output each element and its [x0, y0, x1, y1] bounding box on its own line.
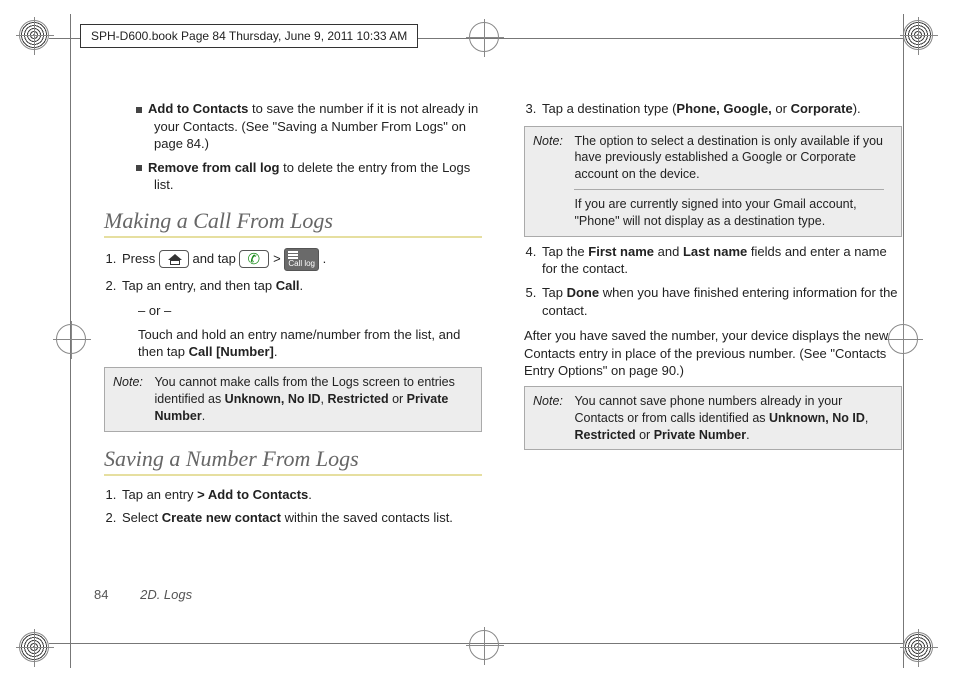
square-bullet-icon [136, 107, 142, 113]
registration-mark-icon [469, 22, 499, 52]
page-footer: 84 2D. Logs [94, 587, 192, 602]
registration-mark-icon [19, 20, 49, 50]
paragraph-after-save: After you have saved the number, your de… [524, 327, 902, 380]
step-or: – or – [138, 302, 482, 320]
step-2: Select Create new contact within the sav… [120, 509, 482, 527]
note-separator [574, 189, 884, 190]
registration-mark-icon [19, 632, 49, 662]
section-heading-saving-number: Saving a Number From Logs [104, 446, 482, 472]
section-rule [104, 236, 482, 238]
meta-text: SPH-D600.book Page 84 Thursday, June 9, … [91, 29, 407, 43]
steps-continued-2: Tap the First name and Last name fields … [540, 243, 902, 319]
registration-mark-icon [903, 20, 933, 50]
bullet-remove-from-log: Remove from call log to delete the entry… [136, 159, 482, 194]
home-button-icon [159, 250, 189, 268]
bullet-add-to-contacts: Add to Contacts to save the number if it… [136, 100, 482, 153]
step-1: Press and tap > Call log . [120, 248, 482, 271]
step-4: Tap the First name and Last name fields … [540, 243, 902, 278]
steps-saving-number: Tap an entry > Add to Contacts. Select C… [120, 486, 482, 527]
bullet-bold: Add to Contacts [148, 101, 248, 116]
registration-mark-icon [469, 630, 499, 660]
step-2-alt: Touch and hold an entry name/number from… [138, 326, 482, 361]
steps-continued: Tap a destination type (Phone, Google, o… [540, 100, 902, 118]
section-heading-making-call: Making a Call From Logs [104, 208, 482, 234]
note-cannot-call: Note: You cannot make calls from the Log… [104, 367, 482, 432]
note-label: Note: [533, 393, 571, 410]
registration-mark-icon [56, 324, 86, 354]
step-1: Tap an entry > Add to Contacts. [120, 486, 482, 504]
section-rule [104, 474, 482, 476]
phone-icon [239, 250, 269, 268]
registration-mark-icon [903, 632, 933, 662]
note-label: Note: [113, 374, 151, 391]
note-label: Note: [533, 133, 571, 150]
left-column: Add to Contacts to save the number if it… [90, 100, 482, 535]
note-body: You cannot make calls from the Logs scre… [154, 374, 464, 425]
right-column: Tap a destination type (Phone, Google, o… [510, 100, 902, 535]
note-destination: Note: The option to select a destination… [524, 126, 902, 237]
call-log-icon: Call log [284, 248, 319, 271]
footer-section: 2D. Logs [140, 587, 192, 602]
page-body: Add to Contacts to save the number if it… [90, 100, 922, 535]
bullet-bold: Remove from call log [148, 160, 279, 175]
note-body: The option to select a destination is on… [574, 133, 884, 230]
page-number: 84 [94, 587, 108, 602]
step-5: Tap Done when you have finished entering… [540, 284, 902, 319]
steps-making-call: Press and tap > Call log . Tap an entry,… [120, 248, 482, 295]
note-body: You cannot save phone numbers already in… [574, 393, 884, 444]
document-meta-header: SPH-D600.book Page 84 Thursday, June 9, … [80, 24, 418, 48]
square-bullet-icon [136, 165, 142, 171]
step-2: Tap an entry, and then tap Call. [120, 277, 482, 295]
step-3: Tap a destination type (Phone, Google, o… [540, 100, 902, 118]
note-cannot-save: Note: You cannot save phone numbers alre… [524, 386, 902, 451]
